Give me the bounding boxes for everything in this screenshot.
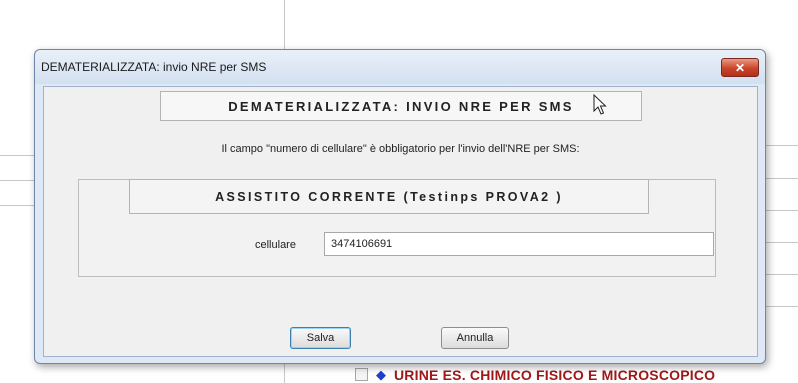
patient-header: ASSISTITO CORRENTE (Testinps PROVA2 ): [129, 179, 649, 214]
close-button[interactable]: ✕: [721, 58, 759, 77]
bg-divider-horizontal: [0, 155, 34, 156]
patient-panel: ASSISTITO CORRENTE (Testinps PROVA2 ) ce…: [78, 179, 716, 277]
dialog-header: DEMATERIALIZZATA: INVIO NRE PER SMS: [160, 91, 642, 121]
dialog-header-text: DEMATERIALIZZATA: INVIO NRE PER SMS: [228, 98, 574, 114]
sms-dialog: DEMATERIALIZZATA: invio NRE per SMS ✕ DE…: [34, 49, 766, 364]
exam-name: URINE ES. CHIMICO FISICO E MICROSCOPICO: [394, 366, 716, 383]
info-message: Il campo "numero di cellulare" è obbliga…: [221, 143, 580, 155]
patient-header-text: ASSISTITO CORRENTE (Testinps PROVA2 ): [215, 189, 563, 204]
bg-divider-vertical: [284, 0, 285, 49]
bg-divider-horizontal: [764, 145, 798, 146]
dialog-titlebar[interactable]: DEMATERIALIZZATA: invio NRE per SMS ✕: [35, 50, 765, 84]
phone-label: cellulare: [255, 239, 296, 251]
bg-divider-horizontal: [764, 274, 798, 275]
bg-divider-horizontal: [0, 205, 34, 206]
bg-divider-horizontal: [764, 306, 798, 307]
dialog-title: DEMATERIALIZZATA: invio NRE per SMS: [41, 60, 267, 74]
bg-divider-horizontal: [764, 178, 798, 179]
exam-row[interactable]: ◆ URINE ES. CHIMICO FISICO E MICROSCOPIC…: [355, 366, 715, 383]
save-button[interactable]: Salva: [290, 327, 351, 349]
dialog-content: DEMATERIALIZZATA: INVIO NRE PER SMS Il c…: [43, 86, 758, 357]
bg-divider-horizontal: [0, 180, 34, 181]
mouse-cursor-icon: [593, 94, 607, 115]
bg-divider-vertical: [284, 362, 285, 383]
bg-divider-horizontal: [764, 242, 798, 243]
phone-input[interactable]: [324, 232, 714, 256]
close-icon: ✕: [734, 60, 746, 75]
cancel-button[interactable]: Annulla: [441, 327, 509, 349]
bg-divider-horizontal: [764, 210, 798, 211]
exam-checkbox[interactable]: [355, 368, 368, 381]
diamond-icon: ◆: [376, 367, 386, 382]
